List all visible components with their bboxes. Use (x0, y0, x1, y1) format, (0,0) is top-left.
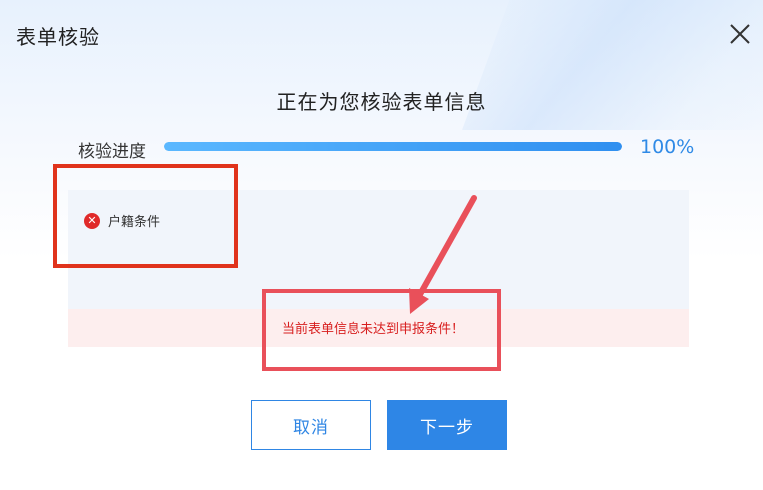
progress-percent: 100% (640, 136, 695, 158)
annotation-highlight-box (53, 164, 238, 268)
dialog-title: 表单核验 (16, 25, 100, 49)
cancel-button[interactable]: 取消 (251, 400, 371, 450)
annotation-highlight-box (262, 289, 501, 371)
progress-label: 核验进度 (78, 142, 146, 162)
progress-bar-fill (164, 142, 622, 151)
form-verification-dialog: 表单核验 正在为您核验表单信息 核验进度 100% ✕ 户籍条件 当前表单信息未… (0, 0, 763, 490)
close-button[interactable] (727, 21, 753, 47)
next-step-button[interactable]: 下一步 (387, 400, 507, 450)
verification-headline: 正在为您核验表单信息 (276, 90, 487, 114)
close-icon (730, 24, 750, 44)
progress-bar (164, 142, 622, 151)
